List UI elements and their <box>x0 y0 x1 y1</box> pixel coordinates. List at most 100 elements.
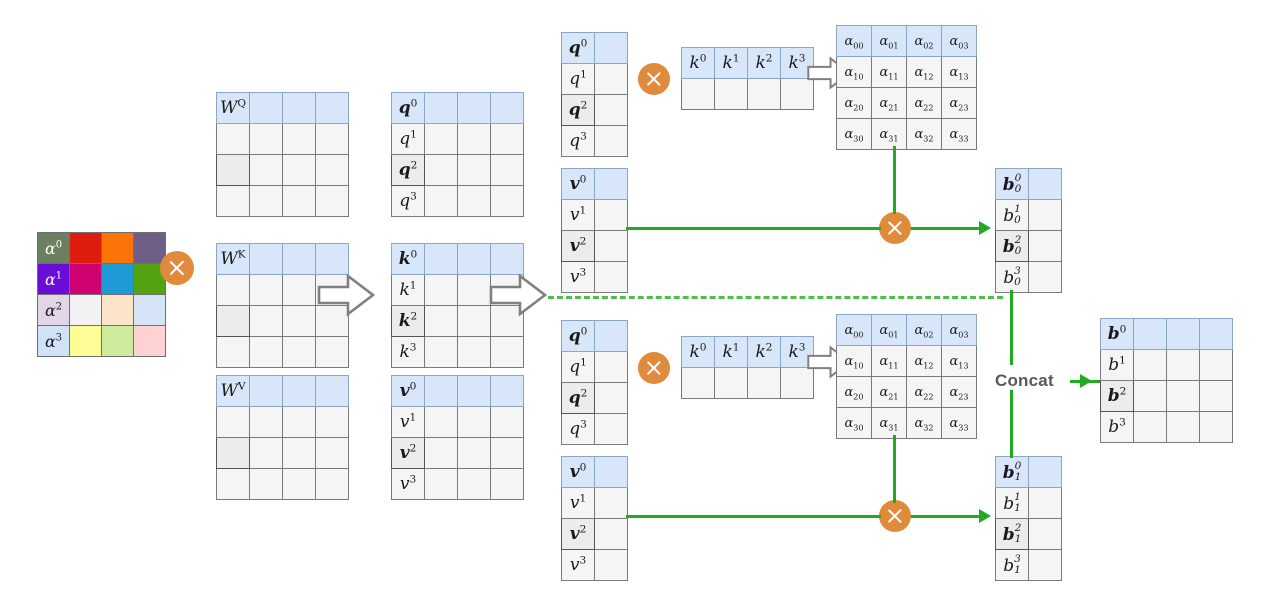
matrix-cell: α31 <box>871 407 907 439</box>
q-matrix: q0 q1 q2 q3 <box>391 92 524 217</box>
matrix-cell <box>282 375 316 407</box>
matrix-row: b1 <box>1100 349 1233 381</box>
matrix-row: b2 <box>1100 380 1233 412</box>
multiply-qk-head-1 <box>638 352 670 384</box>
matrix-cell <box>1133 318 1167 350</box>
matrix-cell: WV <box>216 375 250 407</box>
matrix-cell: b3 <box>1100 411 1134 443</box>
matrix-row <box>216 154 349 186</box>
matrix-cell <box>594 168 628 200</box>
matrix-cell: v2 <box>391 437 425 469</box>
matrix-cell <box>315 406 349 438</box>
matrix-cell <box>249 154 283 186</box>
color-grid-cell <box>101 263 134 295</box>
matrix-cell <box>249 274 283 306</box>
matrix-row: k3 <box>391 336 524 368</box>
matrix-cell: q3 <box>391 185 425 217</box>
matrix-cell: b00 <box>995 168 1029 200</box>
matrix-cell: α31 <box>871 118 907 150</box>
matrix-cell: k2 <box>391 305 425 337</box>
matrix-cell <box>714 367 748 399</box>
matrix-cell: α11 <box>871 345 907 377</box>
matrix-cell: α03 <box>941 314 977 346</box>
multiply-input-weights <box>160 251 194 285</box>
green-line-v-to-mul-head-0 <box>626 227 881 230</box>
matrix-cell: α02 <box>906 25 942 57</box>
matrix-cell <box>1199 349 1233 381</box>
b-final-matrix: b0 b1 b2 b3 <box>1100 318 1233 443</box>
matrix-cell <box>216 154 250 186</box>
matrix-cell: b31 <box>995 549 1029 581</box>
block-arrow-weights-to-qkv <box>317 273 376 317</box>
matrix-cell: b10 <box>995 199 1029 231</box>
matrix-row: v3 <box>561 549 628 581</box>
matrix-cell: α10 <box>836 345 872 377</box>
head-divider-dashed-line <box>548 296 1003 299</box>
matrix-cell: v3 <box>561 549 595 581</box>
matrix-cell <box>216 406 250 438</box>
matrix-cell <box>282 123 316 155</box>
matrix-row: α00 α01 α02 α03 <box>836 314 977 346</box>
matrix-cell: q0 <box>561 32 595 64</box>
matrix-cell <box>249 468 283 500</box>
color-grid-row: α1 <box>37 263 166 295</box>
matrix-cell <box>457 92 491 124</box>
matrix-cell <box>594 94 628 126</box>
matrix-cell: α12 <box>906 345 942 377</box>
color-grid-cell <box>133 325 166 357</box>
matrix-cell <box>594 125 628 157</box>
matrix-cell: q0 <box>391 92 425 124</box>
matrix-cell: α30 <box>836 407 872 439</box>
matrix-cell: b1 <box>1100 349 1134 381</box>
matrix-cell: v2 <box>561 518 595 550</box>
matrix-row: k0 k1 k2 k3 <box>681 336 814 368</box>
color-grid-row: α2 <box>37 294 166 326</box>
matrix-cell <box>1166 318 1200 350</box>
alpha-scores-head-0: α00 α01 α02 α03 α10 α11 α12 α13 α20 α21 α22 α23 α30 α… <box>836 25 977 150</box>
matrix-cell: α22 <box>906 376 942 408</box>
multiply-alpha-v-head-1 <box>879 500 911 532</box>
matrix-cell <box>249 92 283 124</box>
weight-matrix-W-V: WV <box>216 375 349 500</box>
matrix-cell: k1 <box>391 274 425 306</box>
matrix-cell: α11 <box>871 56 907 88</box>
matrix-row: q3 <box>561 413 628 445</box>
green-arrow-into-b0 <box>979 221 991 235</box>
matrix-cell <box>457 274 491 306</box>
matrix-cell <box>1133 349 1167 381</box>
matrix-cell <box>490 406 524 438</box>
matrix-cell: α21 <box>871 376 907 408</box>
matrix-cell <box>424 437 458 469</box>
matrix-cell <box>1028 487 1062 519</box>
matrix-cell <box>424 243 458 275</box>
matrix-cell <box>315 468 349 500</box>
matrix-cell: k2 <box>747 47 781 79</box>
matrix-cell: b30 <box>995 261 1029 293</box>
matrix-cell <box>249 375 283 407</box>
matrix-cell <box>216 123 250 155</box>
matrix-cell <box>424 336 458 368</box>
matrix-cell <box>216 336 250 368</box>
matrix-cell: α23 <box>941 376 977 408</box>
matrix-row: q2 <box>391 154 524 186</box>
matrix-cell <box>249 185 283 217</box>
matrix-cell: α21 <box>871 87 907 119</box>
matrix-row <box>216 185 349 217</box>
matrix-cell: v0 <box>391 375 425 407</box>
b0-output: b00b10b20b30 <box>995 168 1062 293</box>
matrix-cell: v3 <box>391 468 425 500</box>
matrix-cell <box>216 305 250 337</box>
matrix-cell <box>457 375 491 407</box>
matrix-cell <box>594 413 628 445</box>
matrix-cell <box>490 468 524 500</box>
matrix-cell: q2 <box>391 154 425 186</box>
matrix-cell <box>490 92 524 124</box>
color-grid-cell <box>133 294 166 326</box>
matrix-cell <box>1028 456 1062 488</box>
v-column-head-0: v0 v1 v2 v3 <box>561 168 628 293</box>
matrix-cell <box>1133 411 1167 443</box>
matrix-cell <box>424 305 458 337</box>
matrix-row: q2 <box>561 94 628 126</box>
matrix-cell <box>1028 230 1062 262</box>
matrix-cell: v3 <box>561 261 595 293</box>
